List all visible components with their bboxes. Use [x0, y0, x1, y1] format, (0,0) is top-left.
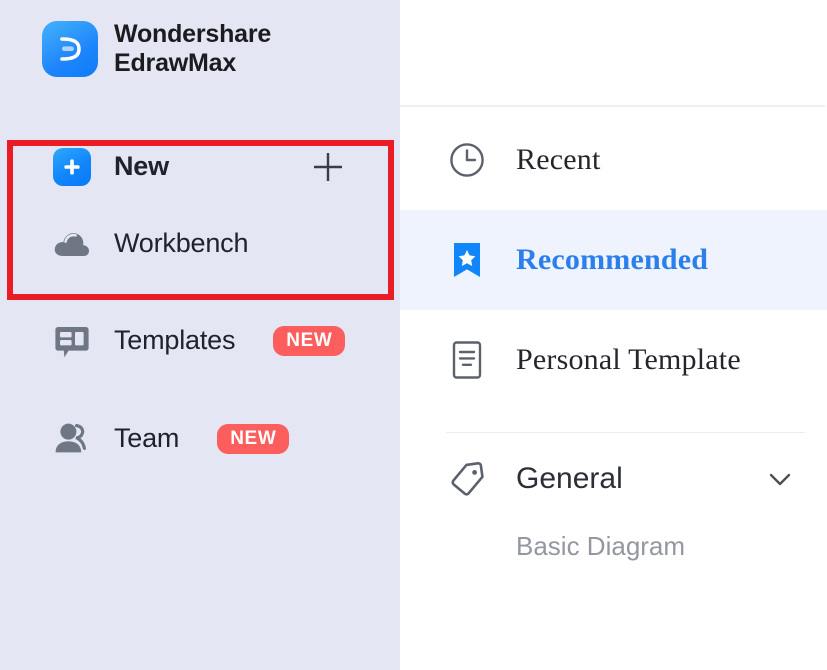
brand-line-2: EdrawMax: [114, 49, 237, 78]
sidebar-item-templates[interactable]: Templates NEW: [0, 285, 400, 397]
brand-title: Wondershare EdrawMax: [114, 20, 271, 79]
panel-subitem-basic-diagram[interactable]: Basic Diagram: [400, 525, 827, 559]
people-icon: [52, 419, 92, 459]
panel-section-label: General: [516, 462, 623, 495]
brand: Wondershare EdrawMax: [0, 0, 400, 79]
sidebar-item-team[interactable]: Team NEW: [0, 397, 400, 481]
status-badge: NEW: [217, 423, 290, 454]
edrawmax-start-screen: Wondershare EdrawMax New Workbench Templ…: [0, 0, 827, 670]
plus-icon[interactable]: [311, 150, 345, 184]
clock-icon: [446, 139, 488, 181]
chevron-down-icon[interactable]: [765, 464, 795, 494]
brand-line-1: Wondershare: [114, 20, 272, 48]
sidebar: Wondershare EdrawMax New Workbench Templ…: [0, 0, 400, 670]
sidebar-item-label: Team: [114, 423, 180, 453]
panel-item-personal-template[interactable]: Personal Template: [400, 310, 827, 410]
sidebar-item-new[interactable]: New: [0, 131, 400, 203]
status-badge: NEW: [273, 325, 346, 356]
sidebar-item-label: New: [114, 151, 169, 181]
sidebar-item-label: Workbench: [114, 228, 249, 258]
panel-item-label: Personal Template: [516, 343, 741, 376]
tag-icon: [446, 458, 488, 500]
sidebar-item-workbench[interactable]: Workbench: [0, 203, 400, 285]
panel-item-recommended[interactable]: Recommended: [400, 210, 827, 310]
plus-square-icon: [52, 147, 92, 187]
panel-item-label: Recommended: [516, 243, 709, 276]
edraw-logo-icon: [42, 21, 98, 78]
panel-item-recent[interactable]: Recent: [400, 110, 827, 210]
category-panel: Recent Recommended Personal Template Gen…: [400, 0, 827, 670]
panel-item-label: Recent: [516, 143, 601, 176]
template-chat-icon: [52, 321, 92, 361]
document-icon: [446, 339, 488, 381]
panel-section-general[interactable]: General: [400, 433, 827, 525]
sidebar-item-label: Templates: [114, 325, 236, 355]
cloud-icon: [52, 224, 92, 264]
bookmark-star-icon: [446, 239, 488, 281]
panel-top-divider: [400, 105, 825, 107]
